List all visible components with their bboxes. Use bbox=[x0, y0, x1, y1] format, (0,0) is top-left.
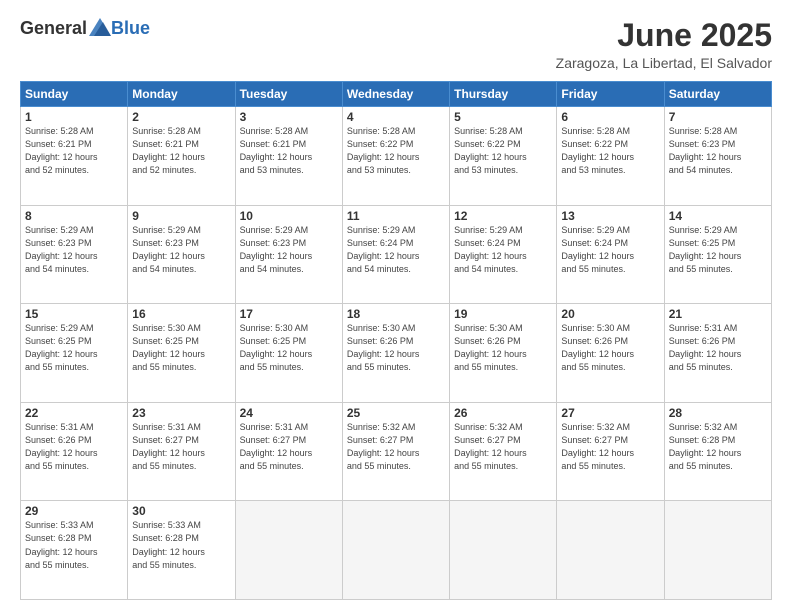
empty-cell-1 bbox=[235, 501, 342, 600]
logo-general-text: General bbox=[20, 18, 87, 39]
col-tuesday: Tuesday bbox=[235, 82, 342, 107]
day-6: 6 Sunrise: 5:28 AMSunset: 6:22 PMDayligh… bbox=[557, 107, 664, 206]
day-4: 4 Sunrise: 5:28 AMSunset: 6:22 PMDayligh… bbox=[342, 107, 449, 206]
day-19: 19 Sunrise: 5:30 AMSunset: 6:26 PMDaylig… bbox=[450, 304, 557, 403]
day-1: 1 Sunrise: 5:28 AMSunset: 6:21 PMDayligh… bbox=[21, 107, 128, 206]
col-friday: Friday bbox=[557, 82, 664, 107]
day-25: 25 Sunrise: 5:32 AMSunset: 6:27 PMDaylig… bbox=[342, 402, 449, 501]
day-18: 18 Sunrise: 5:30 AMSunset: 6:26 PMDaylig… bbox=[342, 304, 449, 403]
day-15: 15 Sunrise: 5:29 AMSunset: 6:25 PMDaylig… bbox=[21, 304, 128, 403]
day-28: 28 Sunrise: 5:32 AMSunset: 6:28 PMDaylig… bbox=[664, 402, 771, 501]
day-27: 27 Sunrise: 5:32 AMSunset: 6:27 PMDaylig… bbox=[557, 402, 664, 501]
month-title: June 2025 bbox=[556, 18, 772, 53]
col-wednesday: Wednesday bbox=[342, 82, 449, 107]
day-17: 17 Sunrise: 5:30 AMSunset: 6:25 PMDaylig… bbox=[235, 304, 342, 403]
logo: General Blue bbox=[20, 18, 150, 39]
col-monday: Monday bbox=[128, 82, 235, 107]
location: Zaragoza, La Libertad, El Salvador bbox=[556, 55, 772, 71]
day-23: 23 Sunrise: 5:31 AMSunset: 6:27 PMDaylig… bbox=[128, 402, 235, 501]
empty-cell-2 bbox=[342, 501, 449, 600]
day-8: 8 Sunrise: 5:29 AMSunset: 6:23 PMDayligh… bbox=[21, 205, 128, 304]
calendar-table: Sunday Monday Tuesday Wednesday Thursday… bbox=[20, 81, 772, 600]
day-22: 22 Sunrise: 5:31 AMSunset: 6:26 PMDaylig… bbox=[21, 402, 128, 501]
empty-cell-5 bbox=[664, 501, 771, 600]
day-7: 7 Sunrise: 5:28 AMSunset: 6:23 PMDayligh… bbox=[664, 107, 771, 206]
header-row: Sunday Monday Tuesday Wednesday Thursday… bbox=[21, 82, 772, 107]
page: General Blue June 2025 Zaragoza, La Libe… bbox=[0, 0, 792, 612]
col-saturday: Saturday bbox=[664, 82, 771, 107]
day-14: 14 Sunrise: 5:29 AMSunset: 6:25 PMDaylig… bbox=[664, 205, 771, 304]
week-4: 22 Sunrise: 5:31 AMSunset: 6:26 PMDaylig… bbox=[21, 402, 772, 501]
day-5: 5 Sunrise: 5:28 AMSunset: 6:22 PMDayligh… bbox=[450, 107, 557, 206]
day-2: 2 Sunrise: 5:28 AMSunset: 6:21 PMDayligh… bbox=[128, 107, 235, 206]
day-26: 26 Sunrise: 5:32 AMSunset: 6:27 PMDaylig… bbox=[450, 402, 557, 501]
day-9: 9 Sunrise: 5:29 AMSunset: 6:23 PMDayligh… bbox=[128, 205, 235, 304]
day-30: 30 Sunrise: 5:33 AMSunset: 6:28 PMDaylig… bbox=[128, 501, 235, 600]
day-16: 16 Sunrise: 5:30 AMSunset: 6:25 PMDaylig… bbox=[128, 304, 235, 403]
header: General Blue June 2025 Zaragoza, La Libe… bbox=[20, 18, 772, 71]
day-10: 10 Sunrise: 5:29 AMSunset: 6:23 PMDaylig… bbox=[235, 205, 342, 304]
day-21: 21 Sunrise: 5:31 AMSunset: 6:26 PMDaylig… bbox=[664, 304, 771, 403]
col-thursday: Thursday bbox=[450, 82, 557, 107]
day-24: 24 Sunrise: 5:31 AMSunset: 6:27 PMDaylig… bbox=[235, 402, 342, 501]
empty-cell-3 bbox=[450, 501, 557, 600]
day-13: 13 Sunrise: 5:29 AMSunset: 6:24 PMDaylig… bbox=[557, 205, 664, 304]
title-block: June 2025 Zaragoza, La Libertad, El Salv… bbox=[556, 18, 772, 71]
day-29: 29 Sunrise: 5:33 AMSunset: 6:28 PMDaylig… bbox=[21, 501, 128, 600]
logo-blue-text: Blue bbox=[111, 18, 150, 39]
logo-icon bbox=[89, 18, 111, 36]
week-5: 29 Sunrise: 5:33 AMSunset: 6:28 PMDaylig… bbox=[21, 501, 772, 600]
day-20: 20 Sunrise: 5:30 AMSunset: 6:26 PMDaylig… bbox=[557, 304, 664, 403]
week-3: 15 Sunrise: 5:29 AMSunset: 6:25 PMDaylig… bbox=[21, 304, 772, 403]
day-12: 12 Sunrise: 5:29 AMSunset: 6:24 PMDaylig… bbox=[450, 205, 557, 304]
col-sunday: Sunday bbox=[21, 82, 128, 107]
empty-cell-4 bbox=[557, 501, 664, 600]
week-2: 8 Sunrise: 5:29 AMSunset: 6:23 PMDayligh… bbox=[21, 205, 772, 304]
week-1: 1 Sunrise: 5:28 AMSunset: 6:21 PMDayligh… bbox=[21, 107, 772, 206]
day-3: 3 Sunrise: 5:28 AMSunset: 6:21 PMDayligh… bbox=[235, 107, 342, 206]
day-11: 11 Sunrise: 5:29 AMSunset: 6:24 PMDaylig… bbox=[342, 205, 449, 304]
